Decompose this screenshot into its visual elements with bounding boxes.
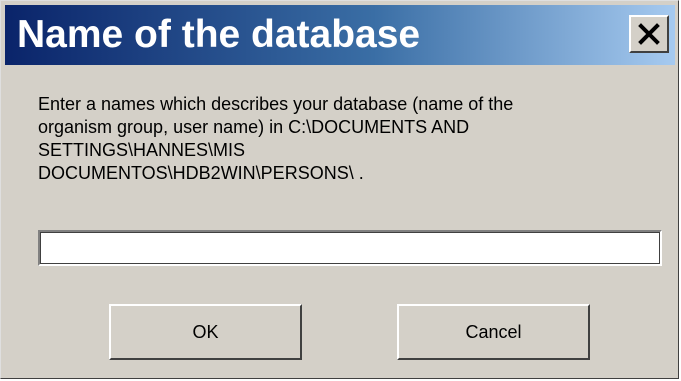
dialog-message: Enter a names which describes your datab…: [38, 93, 638, 185]
title-bar[interactable]: Name of the database: [5, 5, 675, 65]
message-line: organism group, user name) in C:\DOCUMEN…: [38, 117, 470, 137]
message-line: SETTINGS\HANNES\MIS: [38, 140, 246, 160]
message-line: Enter a names which describes your datab…: [38, 94, 514, 114]
cancel-button[interactable]: Cancel: [397, 304, 590, 360]
database-name-dialog: Name of the database Enter a names which…: [0, 0, 679, 379]
message-line: DOCUMENTOS\HDB2WIN\PERSONS\ .: [38, 163, 364, 183]
close-button[interactable]: [629, 15, 669, 53]
close-icon: [638, 23, 660, 45]
dialog-title: Name of the database: [17, 13, 421, 56]
ok-button[interactable]: OK: [109, 304, 302, 360]
database-name-input[interactable]: [38, 230, 662, 266]
